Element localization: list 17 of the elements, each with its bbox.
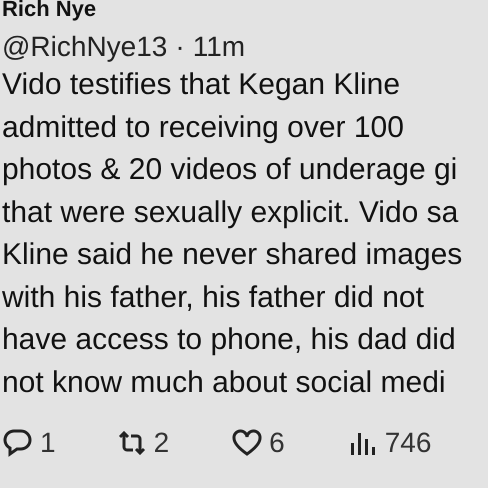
repost-count: 2 <box>154 426 170 460</box>
author-handle[interactable]: @RichNye13 <box>2 30 168 64</box>
comment-icon[interactable] <box>2 427 34 459</box>
separator-dot: · <box>175 30 185 64</box>
post-text-line: have access to phone, his dad did <box>2 322 456 358</box>
views-count: 746 <box>384 426 432 460</box>
post-time: 11m <box>192 30 246 64</box>
post-text-line: that were sexually explicit. Vido sa <box>2 194 458 230</box>
author-name: Rich Nye <box>2 0 96 20</box>
post-text-line: admitted to receiving over 100 <box>2 110 404 146</box>
post-text-line: Vido testifies that Kegan Kline <box>2 67 400 103</box>
post-text-line: with his father, his father did not <box>2 280 424 316</box>
post-text-line: not know much about social medi <box>2 364 446 400</box>
post-text-line: photos & 20 videos of underage gi <box>2 152 458 188</box>
post-text-line: Kline said he never shared images <box>2 237 462 273</box>
reply-count: 1 <box>40 426 56 460</box>
like-count: 6 <box>269 426 285 460</box>
